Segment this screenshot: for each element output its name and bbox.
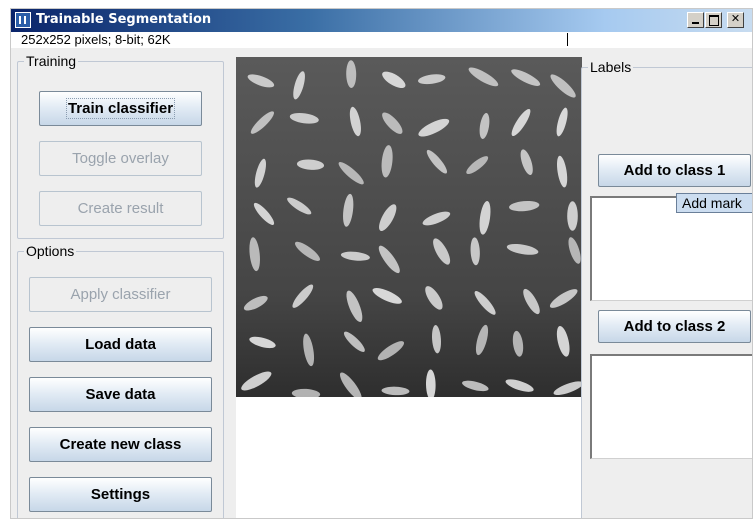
save-data-button[interactable]: Save data: [29, 377, 212, 412]
add-to-class-2-button[interactable]: Add to class 2: [598, 310, 751, 343]
create-new-class-button[interactable]: Create new class: [29, 427, 212, 462]
image-info-bar: 252x252 pixels; 8-bit; 62K: [11, 32, 752, 48]
apply-classifier-label: Apply classifier: [70, 286, 171, 303]
training-group: Training Train classifier Toggle overlay…: [17, 53, 224, 239]
minimize-button[interactable]: [687, 12, 704, 28]
create-result-button[interactable]: Create result: [39, 191, 202, 226]
load-data-label: Load data: [85, 336, 156, 353]
toggle-overlay-button[interactable]: Toggle overlay: [39, 141, 202, 176]
apply-classifier-button[interactable]: Apply classifier: [29, 277, 212, 312]
title-bar[interactable]: Trainable Segmentation ✕: [11, 9, 752, 32]
class-2-list[interactable]: [590, 354, 752, 459]
cursor-caret: [567, 33, 568, 46]
imagej-app-icon: [15, 12, 31, 28]
train-classifier-button[interactable]: Train classifier: [39, 91, 202, 126]
add-mark-tooltip: Add mark: [676, 193, 752, 213]
training-group-title: Training: [24, 53, 79, 69]
settings-button[interactable]: Settings: [29, 477, 212, 512]
load-data-button[interactable]: Load data: [29, 327, 212, 362]
image-info-text: 252x252 pixels; 8-bit; 62K: [21, 32, 171, 47]
settings-label: Settings: [90, 486, 151, 503]
options-group: Options Apply classifier Load data Save …: [17, 243, 224, 518]
labels-group: Labels Add to class 1 Add to class 2: [581, 59, 752, 518]
create-new-class-label: Create new class: [59, 436, 182, 453]
add-to-class-1-button[interactable]: Add to class 1: [598, 154, 751, 187]
toggle-overlay-label: Toggle overlay: [72, 150, 169, 167]
trainable-segmentation-window: Trainable Segmentation ✕ 252x252 pixels;…: [10, 8, 753, 519]
close-button[interactable]: ✕: [727, 12, 744, 28]
save-data-label: Save data: [85, 386, 156, 403]
rice-grains-image: [236, 57, 582, 397]
canvas-empty-area: [236, 397, 582, 518]
add-to-class-2-label: Add to class 2: [623, 318, 726, 335]
close-icon: ✕: [730, 13, 741, 25]
add-to-class-1-label: Add to class 1: [623, 162, 726, 179]
create-result-label: Create result: [77, 200, 164, 217]
labels-group-title: Labels: [588, 59, 634, 75]
image-canvas[interactable]: [236, 57, 582, 397]
window-title: Trainable Segmentation: [36, 12, 212, 27]
maximize-button[interactable]: [705, 12, 722, 28]
train-classifier-label: Train classifier: [65, 98, 176, 119]
options-group-title: Options: [24, 243, 77, 259]
